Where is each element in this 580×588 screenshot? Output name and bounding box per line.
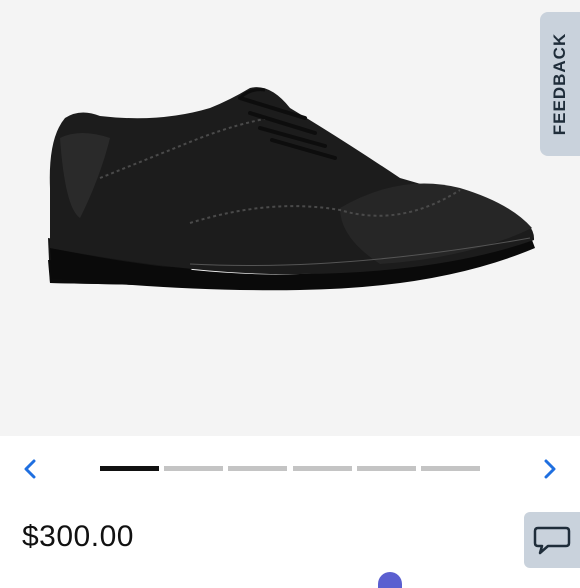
partially-visible-icon [378,572,402,588]
carousel-prev-button[interactable] [20,458,40,480]
chat-bubble-icon [533,526,571,555]
feedback-tab[interactable]: FEEDBACK [540,12,580,156]
carousel-indicator-4[interactable] [293,466,352,471]
carousel-indicator-5[interactable] [357,466,416,471]
product-image[interactable] [40,78,540,298]
image-carousel-controls [0,436,580,502]
feedback-label: FEEDBACK [550,32,570,136]
product-price: $300.00 [22,520,134,553]
carousel-indicator-6[interactable] [421,466,480,471]
product-image-area: FEEDBACK [0,0,580,436]
carousel-indicator-1[interactable] [100,466,159,471]
carousel-indicator-2[interactable] [164,466,223,471]
chevron-right-icon [544,459,556,479]
chevron-left-icon [24,459,36,479]
chat-button[interactable] [524,512,580,568]
carousel-indicator-3[interactable] [228,466,287,471]
carousel-next-button[interactable] [540,458,560,480]
